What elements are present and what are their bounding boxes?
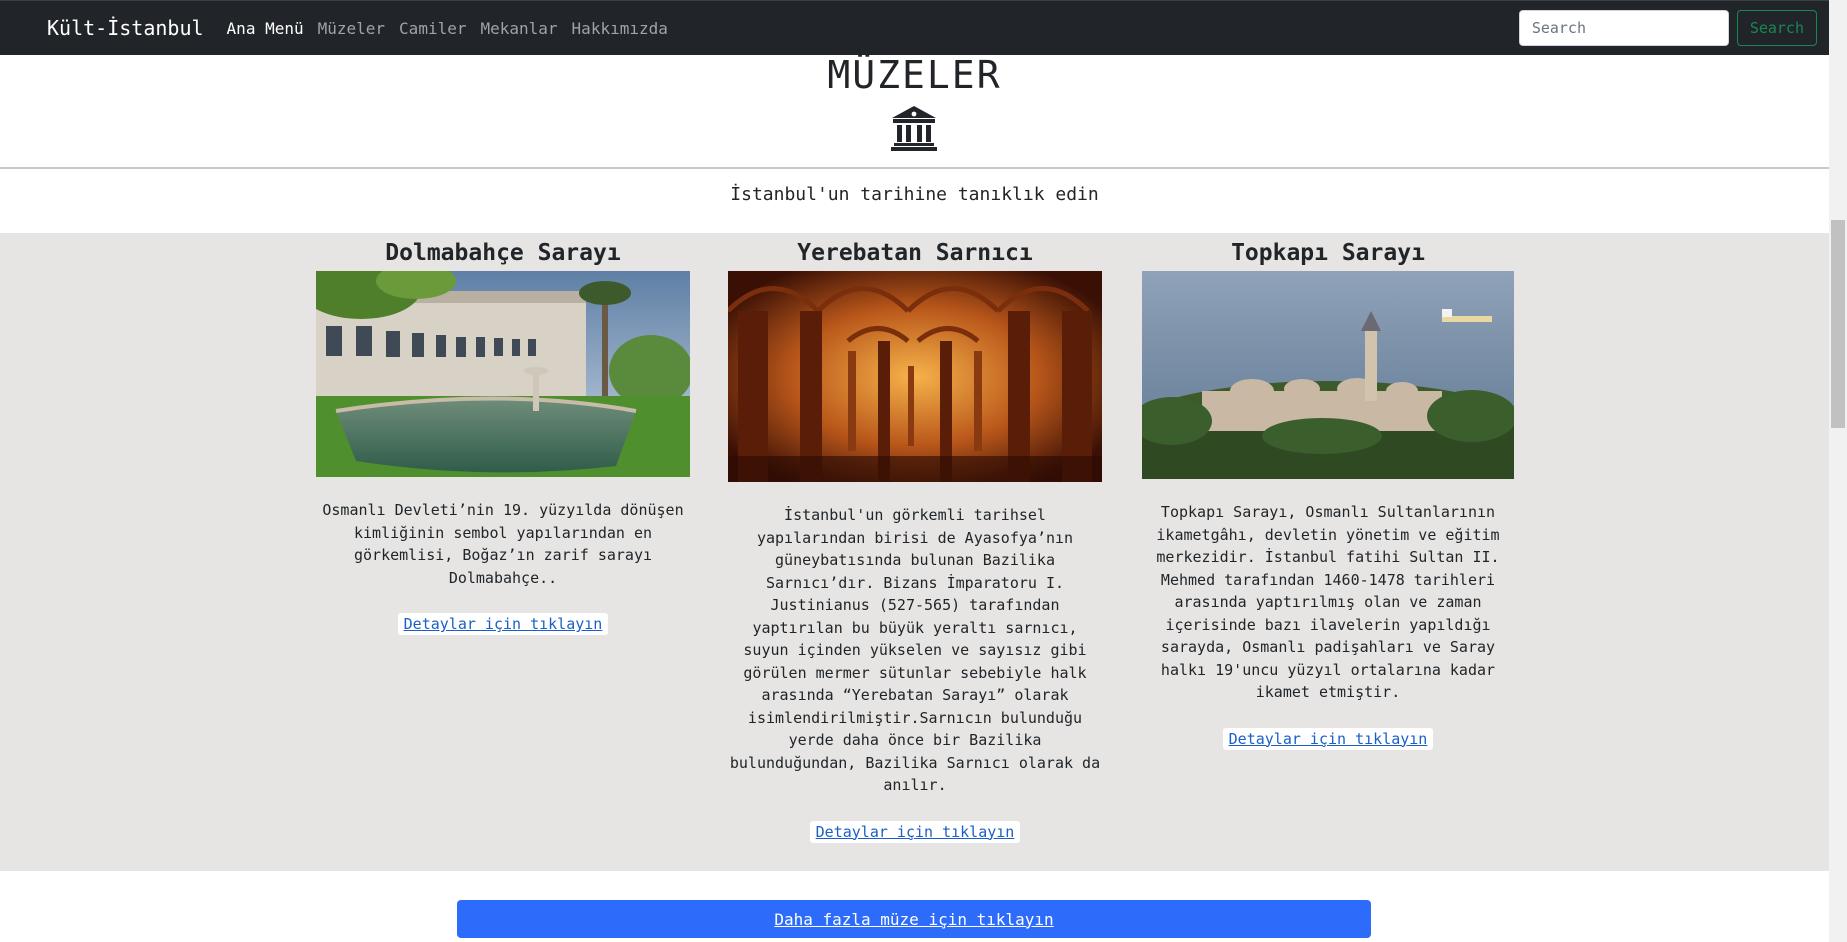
- more-museums-button[interactable]: Daha fazla müze için tıklayın: [457, 900, 1371, 938]
- card-title: Topkapı Sarayı: [1231, 240, 1425, 266]
- details-link[interactable]: Detaylar için tıklayın: [1222, 727, 1434, 750]
- card-dolmabahce: Dolmabahçe Sarayı Osmanlı Devleti’nin 19…: [316, 235, 690, 635]
- card-description: İstanbul'un görkemli tarihsel yapılarınd…: [729, 506, 1101, 794]
- card-link-wrap: Detaylar için tıklayın: [728, 820, 1102, 843]
- dolmabahce-palace-image: [316, 271, 690, 477]
- nav-links: Ana Menü Müzeler Camiler Mekanlar Hakkım…: [227, 19, 668, 38]
- search-input[interactable]: [1518, 10, 1729, 46]
- card-link-wrap: Detaylar için tıklayın: [316, 613, 690, 635]
- nav-link-ana-menu[interactable]: Ana Menü: [227, 19, 304, 38]
- nav-link-mekanlar[interactable]: Mekanlar: [480, 19, 557, 38]
- tagline: İstanbul'un tarihine tanıklık edin: [730, 184, 1099, 205]
- nav-link-hakkimizda[interactable]: Hakkımızda: [572, 19, 668, 38]
- top-navbar: Kült-İstanbul Ana Menü Müzeler Camiler M…: [0, 0, 1829, 55]
- page-scrollbar[interactable]: [1829, 0, 1847, 942]
- card-description: Topkapı Sarayı, Osmanlı Sultanlarının ik…: [1156, 503, 1500, 701]
- details-link[interactable]: Detaylar için tıklayın: [397, 613, 609, 635]
- card-link-wrap: Detaylar için tıklayın: [1142, 727, 1514, 750]
- card-title: Dolmabahçe Sarayı: [385, 240, 621, 266]
- divider: [0, 167, 1829, 169]
- search-form: Search: [1518, 10, 1817, 46]
- card-description: Osmanlı Devleti’nin 19. yüzyılda dönüşen…: [322, 501, 684, 587]
- museum-icon: [891, 106, 937, 151]
- card-yerebatan: Yerebatan Sarnıcı İstanbul'un görkemli t…: [728, 235, 1102, 843]
- card-title: Yerebatan Sarnıcı: [797, 240, 1033, 266]
- yerebatan-cistern-image: [728, 271, 1102, 482]
- card-topkapi: Topkapı Sarayı Topkapı Sarayı, Osmanlı S…: [1142, 235, 1514, 750]
- nav-link-muzeler[interactable]: Müzeler: [318, 19, 385, 38]
- search-button[interactable]: Search: [1736, 10, 1817, 46]
- brand-logo[interactable]: Kült-İstanbul: [47, 16, 204, 40]
- nav-link-camiler[interactable]: Camiler: [399, 19, 466, 38]
- topkapi-palace-image: [1142, 271, 1514, 479]
- page-title: MÜZELER: [827, 53, 1002, 97]
- scrollbar-thumb[interactable]: [1831, 220, 1845, 428]
- details-link[interactable]: Detaylar için tıklayın: [809, 820, 1021, 843]
